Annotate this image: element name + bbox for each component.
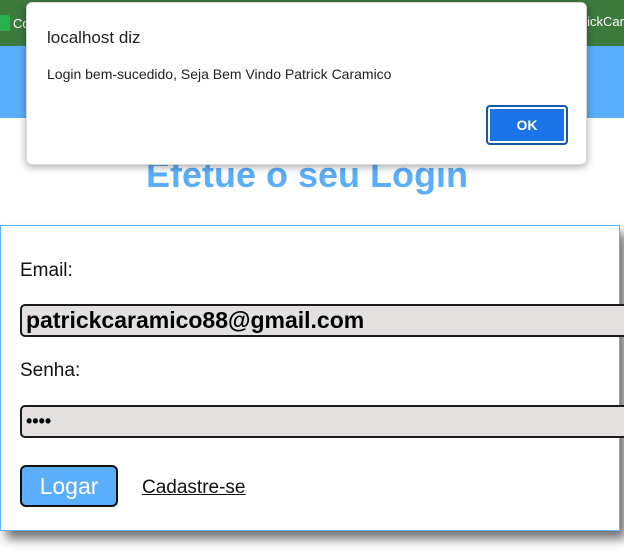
email-field[interactable]: patrickcaramico88@gmail.com <box>20 304 624 337</box>
browser-tab-right-title[interactable]: ickCar <box>587 14 624 29</box>
alert-message: Login bem-sucedido, Seja Bem Vindo Patri… <box>47 66 392 82</box>
signup-link[interactable]: Cadastre-se <box>142 477 246 499</box>
password-field[interactable]: •••• <box>20 405 624 438</box>
alert-title: localhost diz <box>47 28 141 47</box>
email-label: Email: <box>20 260 73 281</box>
tab-favicon-icon <box>0 15 10 31</box>
ok-button[interactable]: OK <box>486 105 568 145</box>
password-label: Senha: <box>20 360 81 381</box>
login-card: Email: patrickcaramico88@gmail.com Senha… <box>0 225 624 531</box>
alert-dialog: localhost diz Login bem-sucedido, Seja B… <box>26 2 587 165</box>
login-button[interactable]: Logar <box>20 465 118 507</box>
